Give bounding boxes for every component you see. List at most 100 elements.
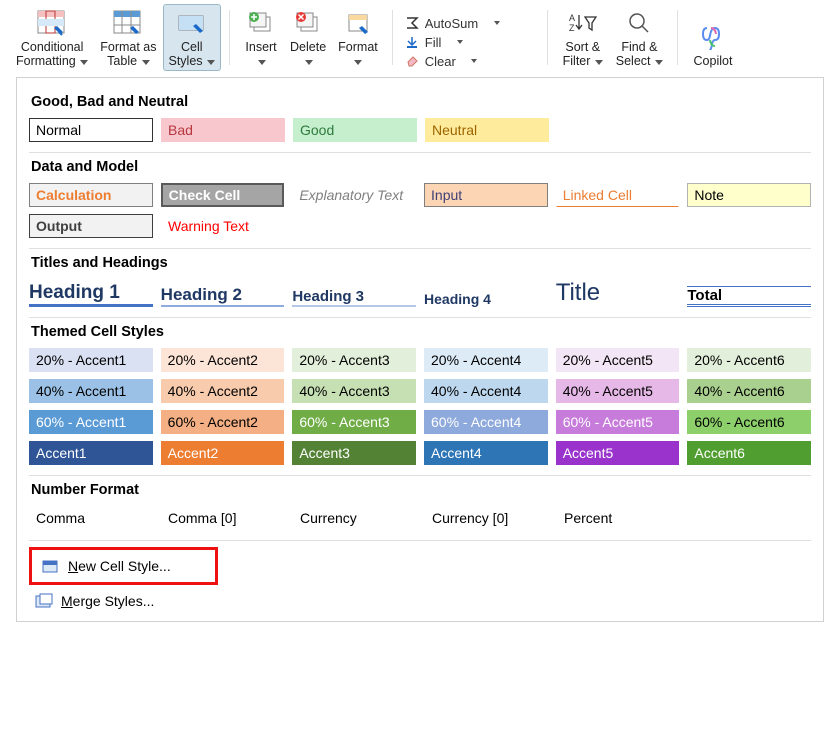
copilot-button[interactable]: Copilot [686, 18, 740, 70]
cell-styles-button[interactable]: Cell Styles [163, 4, 222, 71]
fill-button[interactable]: Fill [405, 35, 535, 50]
style-neutral[interactable]: Neutral [425, 118, 549, 142]
copilot-label: Copilot [694, 54, 733, 68]
copilot-group: Copilot [680, 18, 746, 70]
style-comma[interactable]: Comma [29, 506, 153, 530]
style-40-accent3[interactable]: 40% - Accent3 [292, 379, 416, 403]
new-cell-style-label: NNew Cell Style...ew Cell Style... [68, 558, 171, 574]
style-20-accent3[interactable]: 20% - Accent3 [292, 348, 416, 372]
clear-button[interactable]: Clear [405, 54, 535, 69]
insert-icon [248, 8, 274, 38]
format-table-icon [113, 8, 143, 38]
section-tcs: Themed Cell Styles [31, 324, 811, 340]
sort-filter-icon: AZ [569, 8, 597, 38]
find-icon [627, 8, 651, 38]
styles-group: Conditional Formatting Format as Table C… [4, 4, 227, 71]
style-accent1[interactable]: Accent1 [29, 441, 153, 465]
style-accent6[interactable]: Accent6 [687, 441, 811, 465]
section-gbn: Good, Bad and Neutral [31, 94, 811, 110]
style-60-accent3[interactable]: 60% - Accent3 [292, 410, 416, 434]
copilot-icon [699, 22, 727, 52]
style-currency[interactable]: Currency [293, 506, 417, 530]
delete-label: Delete [290, 40, 326, 69]
style-good[interactable]: Good [293, 118, 417, 142]
cell-styles-icon [177, 8, 207, 38]
ribbon: Conditional Formatting Format as Table C… [0, 0, 839, 77]
delete-button[interactable]: Delete [284, 4, 332, 71]
cells-group: Insert Delete Format [232, 4, 390, 71]
autosum-button[interactable]: AutoSum [405, 16, 535, 31]
editing-group: AutoSum Fill Clear [395, 14, 545, 71]
sort-find-group: AZ Sort & Filter Find & Select [550, 4, 675, 71]
find-label: Find & Select [616, 40, 663, 69]
style-60-accent1[interactable]: 60% - Accent1 [29, 410, 153, 434]
style-accent5[interactable]: Accent5 [556, 441, 680, 465]
style-20-accent4[interactable]: 20% - Accent4 [424, 348, 548, 372]
merge-icon [35, 593, 53, 609]
format-label: Format [338, 40, 378, 69]
merge-styles-menu[interactable]: MMerge Styles...erge Styles... [29, 589, 811, 613]
style-40-accent2[interactable]: 40% - Accent2 [161, 379, 285, 403]
style-60-accent2[interactable]: 60% - Accent2 [161, 410, 285, 434]
conditional-formatting-button[interactable]: Conditional Formatting [10, 4, 94, 71]
style-40-accent6[interactable]: 40% - Accent6 [687, 379, 811, 403]
sort-label: Sort & Filter [563, 40, 603, 69]
style-60-accent6[interactable]: 60% - Accent6 [687, 410, 811, 434]
svg-text:Z: Z [569, 23, 575, 33]
style-percent[interactable]: Percent [557, 506, 681, 530]
style-total[interactable]: Total [687, 286, 811, 307]
style-20-accent2[interactable]: 20% - Accent2 [161, 348, 285, 372]
style-input[interactable]: Input [424, 183, 548, 207]
style-20-accent1[interactable]: 20% - Accent1 [29, 348, 153, 372]
style-linked[interactable]: Linked Cell [556, 183, 680, 207]
style-note[interactable]: Note [687, 183, 811, 207]
section-nf: Number Format [31, 482, 811, 498]
style-explanatory[interactable]: Explanatory Text [292, 183, 416, 207]
style-60-accent4[interactable]: 60% - Accent4 [424, 410, 548, 434]
style-accent4[interactable]: Accent4 [424, 441, 548, 465]
cell-styles-gallery: Good, Bad and Neutral Normal Bad Good Ne… [16, 77, 824, 622]
sort-filter-button[interactable]: AZ Sort & Filter [556, 4, 610, 71]
format-table-label: Format as Table [100, 40, 156, 69]
insert-button[interactable]: Insert [238, 4, 284, 71]
style-40-accent4[interactable]: 40% - Accent4 [424, 379, 548, 403]
find-select-button[interactable]: Find & Select [610, 4, 669, 71]
style-heading1[interactable]: Heading 1 [29, 282, 153, 307]
style-comma0[interactable]: Comma [0] [161, 506, 285, 530]
svg-text:A: A [569, 13, 575, 23]
style-20-accent5[interactable]: 20% - Accent5 [556, 348, 680, 372]
style-normal[interactable]: Normal [29, 118, 153, 142]
sigma-icon [405, 16, 419, 30]
delete-icon [295, 8, 321, 38]
style-title[interactable]: Title [556, 279, 680, 307]
conditional-formatting-icon [37, 8, 67, 38]
format-button[interactable]: Format [332, 4, 384, 71]
style-warning[interactable]: Warning Text [161, 214, 285, 238]
style-heading4[interactable]: Heading 4 [424, 291, 548, 307]
cell-styles-label: Cell Styles [169, 40, 216, 69]
style-currency0[interactable]: Currency [0] [425, 506, 549, 530]
style-accent2[interactable]: Accent2 [161, 441, 285, 465]
style-60-accent5[interactable]: 60% - Accent5 [556, 410, 680, 434]
insert-label: Insert [245, 40, 276, 69]
conditional-label: Conditional Formatting [16, 40, 88, 69]
new-cell-style-menu[interactable]: NNew Cell Style...ew Cell Style... [36, 554, 177, 578]
cell-style-icon [42, 558, 60, 574]
section-th: Titles and Headings [31, 255, 811, 271]
new-cell-style-highlight: NNew Cell Style...ew Cell Style... [29, 547, 218, 585]
style-heading2[interactable]: Heading 2 [161, 285, 285, 307]
style-accent3[interactable]: Accent3 [292, 441, 416, 465]
style-bad[interactable]: Bad [161, 118, 285, 142]
style-40-accent5[interactable]: 40% - Accent5 [556, 379, 680, 403]
style-heading3[interactable]: Heading 3 [292, 288, 416, 307]
section-dam: Data and Model [31, 159, 811, 175]
format-icon [345, 8, 371, 38]
fill-icon [405, 35, 419, 49]
format-as-table-button[interactable]: Format as Table [94, 4, 162, 71]
style-output[interactable]: Output [29, 214, 153, 238]
style-check-cell[interactable]: Check Cell [161, 183, 285, 207]
style-40-accent1[interactable]: 40% - Accent1 [29, 379, 153, 403]
style-calculation[interactable]: Calculation [29, 183, 153, 207]
eraser-icon [405, 54, 419, 68]
style-20-accent6[interactable]: 20% - Accent6 [687, 348, 811, 372]
